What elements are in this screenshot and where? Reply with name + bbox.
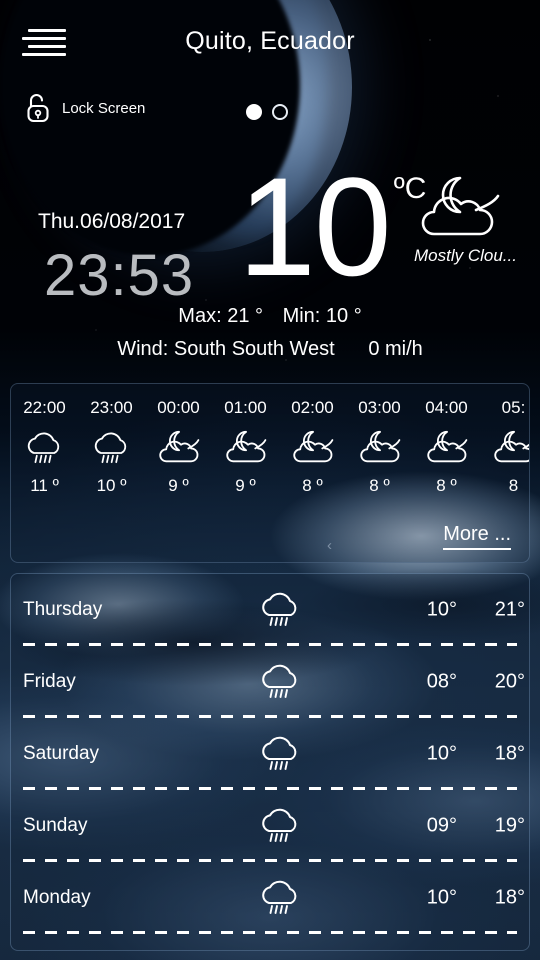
page-indicator: [246, 104, 288, 120]
hourly-time: 01:00: [224, 398, 267, 417]
daily-low-temp: 08°: [426, 670, 457, 693]
hourly-prev-arrow-icon[interactable]: ‹: [327, 537, 332, 554]
daily-high-temp: 18°: [494, 742, 525, 765]
rain-cloud-icon: [257, 662, 303, 702]
hourly-temp: 8 º: [302, 476, 323, 495]
moon-cloud-icon: [212, 426, 279, 470]
hourly-item[interactable]: 02:00 8 º: [279, 384, 346, 496]
moon-cloud-icon: [414, 172, 540, 244]
daily-low-temp: 09°: [426, 814, 457, 837]
rain-cloud-icon: [257, 806, 303, 846]
daily-day-name: Monday: [23, 887, 91, 908]
moon-cloud-icon: [145, 426, 212, 470]
daily-day-name: Friday: [23, 671, 76, 692]
hourly-time: 23:00: [90, 398, 133, 417]
min-temp-label: Min: 10 °: [282, 305, 362, 327]
current-condition-block: Mostly Clou...: [414, 172, 540, 266]
current-temperature-block: 10 ºC: [238, 148, 426, 305]
hourly-forecast-strip[interactable]: 22:00 11 º 23:00 10 º 00:00 9 º 01:00 9 º 02:00 8…: [11, 384, 529, 496]
moon-cloud-icon: [279, 426, 346, 470]
max-temp-label: Max: 21 °: [178, 305, 263, 327]
current-conditions: Thu.06/08/2017 23:53 10 ºC Mostly Clou..…: [0, 150, 540, 375]
daily-forecast-row[interactable]: Friday 08° 20°: [11, 646, 529, 718]
daily-high-temp: 20°: [494, 670, 525, 693]
hourly-item[interactable]: 03:00 8 º: [346, 384, 413, 496]
daily-forecast-row[interactable]: Monday 10° 18°: [11, 862, 529, 934]
daily-day-name: Thursday: [23, 599, 103, 620]
daily-day-name: Saturday: [23, 743, 100, 764]
daily-high-temp: 18°: [494, 886, 525, 909]
hourly-temp: 9 º: [235, 476, 256, 495]
rain-cloud-icon: [11, 426, 78, 470]
moon-cloud-icon: [413, 426, 480, 470]
daily-high-temp: 19°: [494, 814, 525, 837]
hourly-temp: 9 º: [168, 476, 189, 495]
hourly-time: 00:00: [157, 398, 200, 417]
wind-speed-label: 0 mi/h: [368, 338, 423, 360]
lock-screen-button[interactable]: Lock Screen: [24, 92, 145, 124]
current-clock: 23:53: [44, 243, 195, 308]
daily-low-temp: 10°: [426, 886, 457, 909]
rain-cloud-icon: [257, 878, 303, 918]
current-temperature: 10: [238, 148, 392, 305]
daily-forecast-card: Thursday 10° 21° Friday 08° 20° Saturday 10° 18°…: [10, 573, 530, 951]
hourly-time: 03:00: [358, 398, 401, 417]
page-dot-2[interactable]: [272, 104, 288, 120]
hourly-item[interactable]: 23:00 10 º: [78, 384, 145, 496]
current-condition-label: Mostly Clou...: [414, 246, 517, 265]
hourly-temp: 8 º: [436, 476, 457, 495]
daily-forecast-row[interactable]: Thursday 10° 21°: [11, 574, 529, 646]
hourly-item[interactable]: 00:00 9 º: [145, 384, 212, 496]
weather-app-screen: Quito, Ecuador Lock Screen Thu.06/08/201…: [0, 0, 540, 960]
moon-cloud-icon: [480, 426, 529, 470]
rain-cloud-icon: [78, 426, 145, 470]
page-dot-1[interactable]: [246, 104, 262, 120]
page-title: Quito, Ecuador: [185, 27, 355, 55]
current-date: Thu.06/08/2017: [38, 210, 186, 233]
daily-forecast-row[interactable]: Saturday 10° 18°: [11, 718, 529, 790]
hourly-forecast-card[interactable]: 22:00 11 º 23:00 10 º 00:00 9 º 01:00 9 º 02:00 8…: [10, 383, 530, 563]
hourly-item[interactable]: 22:00 11 º: [11, 384, 78, 496]
hourly-item[interactable]: 04:00 8 º: [413, 384, 480, 496]
hourly-item[interactable]: 01:00 9 º: [212, 384, 279, 496]
lock-screen-label: Lock Screen: [62, 99, 146, 117]
rain-cloud-icon: [257, 590, 303, 630]
hourly-time: 04:00: [425, 398, 468, 417]
daily-forecast-row[interactable]: Sunday 09° 19°: [11, 790, 529, 862]
rain-cloud-icon: [257, 734, 303, 774]
unlock-icon: [24, 92, 52, 124]
daily-high-temp: 21°: [494, 598, 525, 621]
wind-row: Wind: South South West 0 mi/h: [0, 338, 540, 361]
hourly-time: 05:: [501, 398, 526, 417]
max-min-row: Max: 21 ° Min: 10 °: [0, 305, 540, 328]
wind-direction-label: Wind: South South West: [117, 338, 335, 360]
moon-cloud-icon: [346, 426, 413, 470]
hourly-temp: 11 º: [30, 476, 59, 495]
row-separator: [23, 931, 517, 934]
app-header: Quito, Ecuador Lock Screen: [0, 0, 540, 140]
daily-day-name: Sunday: [23, 815, 88, 836]
daily-low-temp: 10°: [426, 742, 457, 765]
hourly-time: 22:00: [23, 398, 66, 417]
hourly-temp: 8 º: [369, 476, 390, 495]
daily-low-temp: 10°: [426, 598, 457, 621]
hourly-temp: 10 º: [96, 476, 127, 495]
hourly-temp: 8: [508, 476, 519, 495]
hourly-item[interactable]: 05: 8: [480, 384, 529, 496]
more-link[interactable]: More ...: [443, 523, 511, 550]
hourly-time: 02:00: [291, 398, 334, 417]
